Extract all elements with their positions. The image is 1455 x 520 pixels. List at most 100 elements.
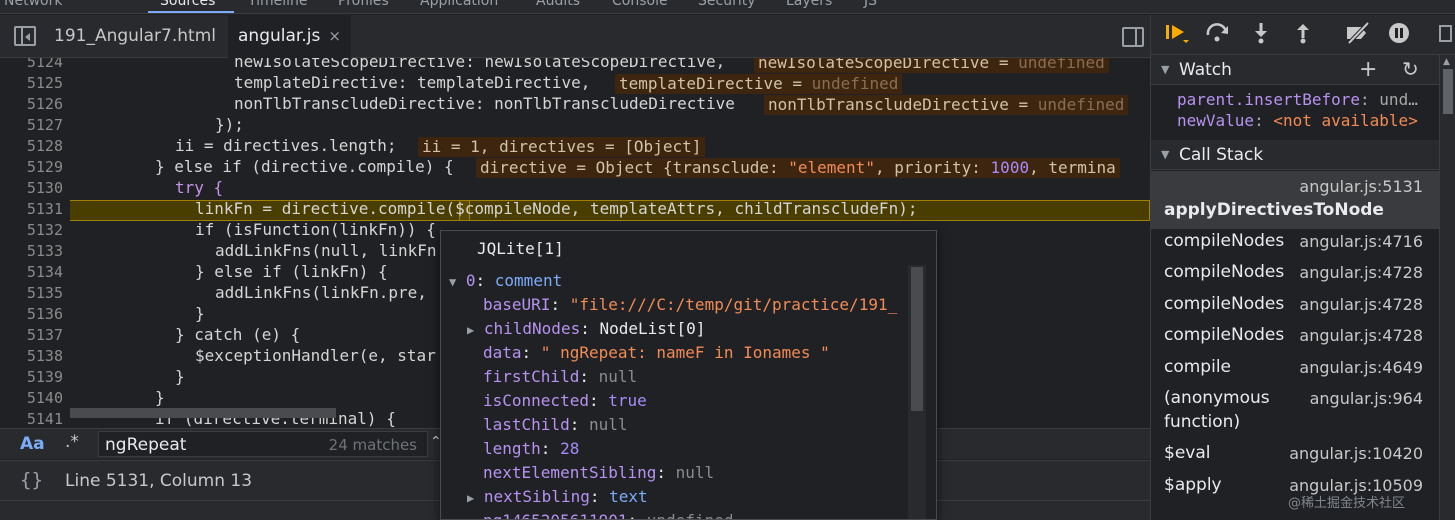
- collapse-triangle-icon: ▼: [1161, 63, 1170, 76]
- line-number[interactable]: 5141: [0, 410, 63, 428]
- panel-tab-js[interactable]: JS: [864, 0, 877, 9]
- code-line: });: [215, 115, 244, 134]
- code-line: } else if (linkFn) {: [195, 262, 388, 281]
- line-number[interactable]: 5134: [0, 263, 63, 281]
- code-line: nonTlbTranscludeDirective: nonTlbTranscl…: [234, 94, 735, 113]
- line-number[interactable]: 5129: [0, 158, 63, 176]
- object-property-row[interactable]: ▼ 0: comment: [449, 271, 562, 290]
- line-number[interactable]: 5138: [0, 347, 63, 365]
- call-frame[interactable]: (anonymous function) angular.js:964: [1151, 386, 1439, 441]
- inline-value: directive = Object {transclude: "element…: [476, 158, 1120, 178]
- toggle-navigator-icon[interactable]: [14, 26, 36, 46]
- object-property-row[interactable]: data: " ngRepeat: nameF in Ionames ": [483, 343, 830, 362]
- line-number[interactable]: 5135: [0, 284, 63, 302]
- scroll-up-icon[interactable]: ▲: [1443, 57, 1450, 67]
- object-property-row[interactable]: ▶ childNodes: NodeList[0]: [467, 319, 705, 338]
- line-number[interactable]: 5127: [0, 116, 63, 134]
- step-into-icon[interactable]: [1252, 22, 1270, 50]
- object-property-row[interactable]: baseURI: "file:///C:/temp/git/practice/1…: [483, 295, 897, 314]
- deactivate-breakpoints-icon[interactable]: [1344, 21, 1372, 50]
- call-frame[interactable]: compile angular.js:4649: [1151, 355, 1439, 386]
- match-case-button[interactable]: Aa: [20, 434, 45, 454]
- regex-button[interactable]: .*: [65, 432, 79, 452]
- panel-tab-profiles[interactable]: Profiles: [338, 0, 389, 9]
- object-property-row[interactable]: firstChild: null: [483, 367, 637, 386]
- scrollbar-thumb[interactable]: [911, 267, 923, 411]
- call-frame-function: $eval: [1164, 443, 1211, 463]
- inline-value: nonTlbTranscludeDirective = undefined: [764, 95, 1129, 115]
- expanded-triangle-icon[interactable]: ▼: [449, 275, 456, 289]
- file-tab-html[interactable]: 191_Angular7.html: [44, 15, 226, 58]
- file-tab-angular-js[interactable]: angular.js ×: [228, 15, 351, 58]
- code-line: templateDirective: templateDirective,: [234, 73, 591, 92]
- collapsed-triangle-icon[interactable]: ▶: [467, 323, 474, 337]
- step-out-icon[interactable]: [1294, 22, 1312, 50]
- call-frame[interactable]: $eval angular.js:10420: [1151, 441, 1439, 472]
- search-query: ngRepeat: [105, 435, 187, 455]
- object-property-row[interactable]: ▶ nextSibling: text: [467, 487, 648, 506]
- add-watch-button[interactable]: +: [1359, 57, 1377, 82]
- pause-on-exceptions-icon[interactable]: [1387, 22, 1411, 50]
- search-input[interactable]: ngRepeat 24 matches: [98, 431, 428, 457]
- debugger-scrollbar[interactable]: ▲: [1439, 55, 1455, 520]
- watch-expression[interactable]: newValue: <not available>: [1177, 111, 1441, 130]
- collapsed-triangle-icon[interactable]: ▶: [467, 491, 474, 505]
- call-frame-location: angular.js:4649: [1299, 358, 1423, 377]
- line-number[interactable]: 5130: [0, 179, 63, 197]
- line-number[interactable]: 5125: [0, 74, 63, 92]
- call-stack-section-header[interactable]: ▼ Call Stack: [1151, 140, 1439, 170]
- call-frame-selected[interactable]: angular.js:5131 applyDirectivesToNode: [1151, 171, 1439, 229]
- line-number[interactable]: 5128: [0, 137, 63, 155]
- step-over-icon[interactable]: [1205, 22, 1231, 50]
- call-stack-title: Call Stack: [1179, 145, 1264, 165]
- panel-tab-layers[interactable]: Layers: [786, 0, 832, 9]
- panel-tab-security[interactable]: Security: [698, 0, 756, 9]
- line-number[interactable]: 5139: [0, 368, 63, 386]
- line-number[interactable]: 5140: [0, 389, 63, 407]
- line-number[interactable]: 5126: [0, 95, 63, 113]
- watch-expression[interactable]: parent.insertBefore: und…: [1177, 90, 1441, 109]
- line-number[interactable]: 5137: [0, 326, 63, 344]
- object-property-row[interactable]: isConnected: true: [483, 391, 647, 410]
- line-number[interactable]: 5136: [0, 305, 63, 323]
- resume-icon[interactable]: [1165, 22, 1191, 50]
- call-frame[interactable]: compileNodes angular.js:4716: [1151, 229, 1439, 260]
- popover-scrollbar[interactable]: [908, 265, 926, 519]
- line-number-gutter[interactable]: 5124 5125 5126 5127 5128 5129 5130 5131 …: [0, 58, 70, 428]
- code-line: $exceptionHandler(e, star: [195, 346, 436, 365]
- call-frame[interactable]: compileNodes angular.js:4728: [1151, 292, 1439, 323]
- line-number[interactable]: 5132: [0, 221, 63, 239]
- line-number[interactable]: 5133: [0, 242, 63, 260]
- watch-section-header[interactable]: ▼ Watch + ↻: [1151, 55, 1439, 85]
- object-property-row[interactable]: lastChild: null: [483, 415, 628, 434]
- panel-tab-network[interactable]: Network: [4, 0, 62, 9]
- inline-value: ii = 1, directives = [Object]: [418, 137, 706, 157]
- call-frame[interactable]: compileNodes angular.js:4728: [1151, 260, 1439, 291]
- panel-tab-sources[interactable]: Sources: [160, 0, 215, 9]
- line-number[interactable]: 5124: [0, 58, 63, 71]
- object-property-row[interactable]: ng1465205611901: undefined: [483, 511, 733, 519]
- file-tab-label: angular.js: [238, 26, 321, 46]
- editor-horizontal-scrollbar[interactable]: [70, 408, 336, 418]
- panel-tab-console[interactable]: Console: [612, 0, 668, 9]
- call-frame-function: function): [1164, 412, 1241, 432]
- object-preview-popover[interactable]: JQLite[1] ▼ 0: comment baseURI: "file://…: [440, 230, 937, 520]
- code-line: } else if (directive.compile) {: [155, 157, 454, 176]
- debugger-sidebar: ▼ Watch + ↻ parent.insertBefore: und… ne…: [1150, 15, 1455, 520]
- pretty-print-icon[interactable]: {}: [20, 469, 43, 491]
- toggle-debugger-icon[interactable]: [1122, 27, 1144, 47]
- object-property-row[interactable]: nextElementSibling: null: [483, 463, 714, 482]
- call-frame-location: angular.js:4728: [1299, 326, 1423, 345]
- more-options-icon[interactable]: [1439, 24, 1453, 49]
- refresh-watch-button[interactable]: ↻: [1402, 57, 1419, 81]
- panel-tab-timeline[interactable]: Timeline: [248, 0, 308, 9]
- call-frame[interactable]: compileNodes angular.js:4728: [1151, 323, 1439, 354]
- code-line: addLinkFns(linkFn.pre,: [215, 283, 427, 302]
- code-line: newIsolateScopeDirective: newIsolateScop…: [234, 58, 726, 71]
- panel-tab-audits[interactable]: Audits: [536, 0, 580, 9]
- panel-tab-application[interactable]: Application: [420, 0, 498, 9]
- line-number-current[interactable]: 5131: [0, 200, 63, 218]
- object-property-row[interactable]: length: 28: [483, 439, 579, 458]
- close-tab-icon[interactable]: ×: [328, 27, 341, 45]
- scrollbar-thumb[interactable]: [1443, 69, 1453, 114]
